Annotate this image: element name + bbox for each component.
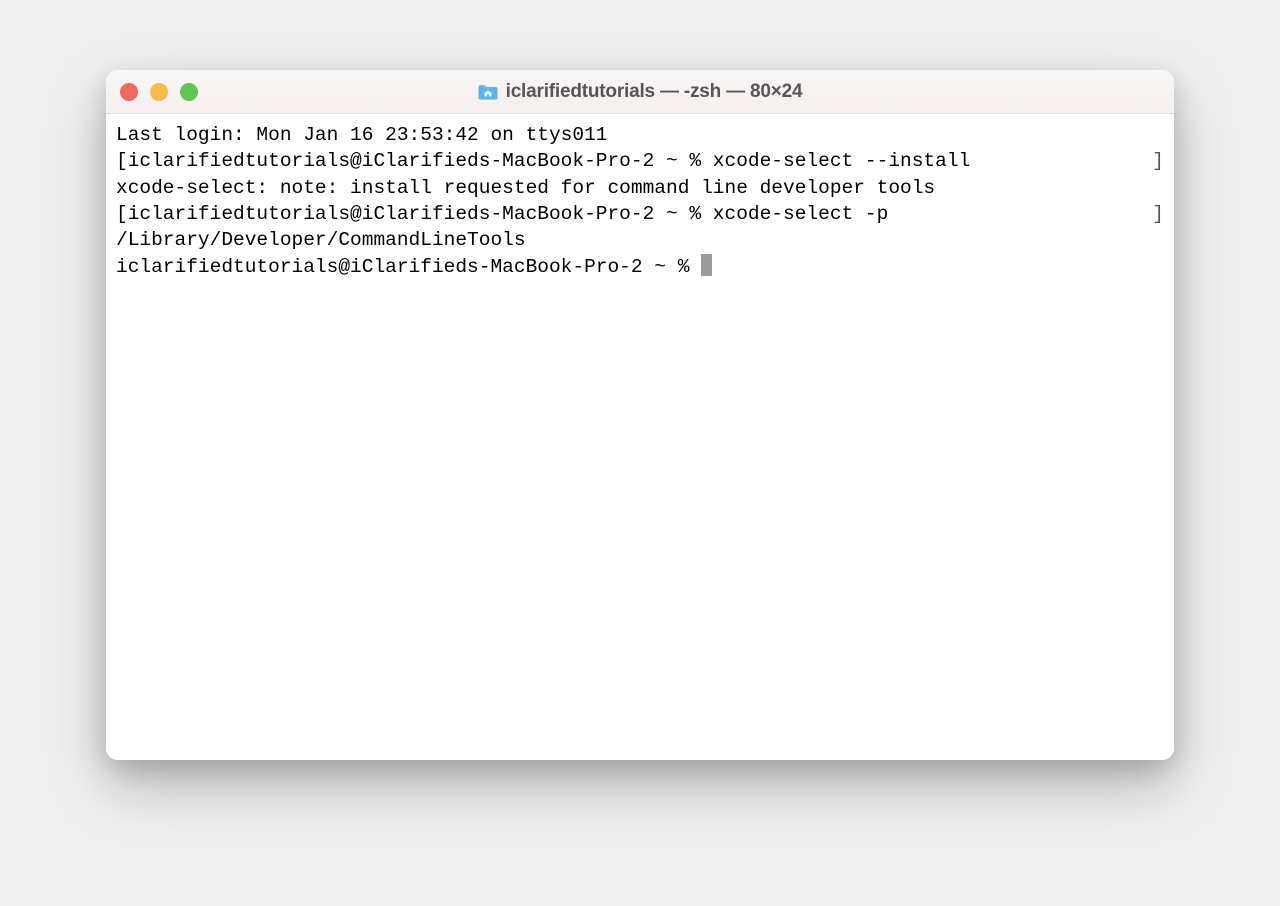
terminal-line: [iclarifiedtutorials@iClarifieds-MacBook… (116, 148, 1164, 174)
maximize-button[interactable] (180, 83, 198, 101)
terminal-text: iclarifiedtutorials@iClarifieds-MacBook-… (116, 254, 712, 280)
terminal-content[interactable]: Last login: Mon Jan 16 23:53:42 on ttys0… (106, 114, 1174, 760)
terminal-line: Last login: Mon Jan 16 23:53:42 on ttys0… (116, 122, 1164, 148)
window-title: iclarifiedtutorials — -zsh — 80×24 (506, 81, 803, 103)
minimize-button[interactable] (150, 83, 168, 101)
terminal-line: iclarifiedtutorials@iClarifieds-MacBook-… (116, 254, 1164, 280)
terminal-text: xcode-select: note: install requested fo… (116, 175, 935, 201)
home-folder-icon (478, 84, 498, 100)
close-button[interactable] (120, 83, 138, 101)
title-area: iclarifiedtutorials — -zsh — 80×24 (106, 81, 1174, 103)
cursor (701, 254, 712, 276)
terminal-text: Last login: Mon Jan 16 23:53:42 on ttys0… (116, 122, 607, 148)
titlebar[interactable]: iclarifiedtutorials — -zsh — 80×24 (106, 70, 1174, 114)
terminal-text: /Library/Developer/CommandLineTools (116, 227, 526, 253)
terminal-line: /Library/Developer/CommandLineTools (116, 227, 1164, 253)
terminal-text: [iclarifiedtutorials@iClarifieds-MacBook… (116, 201, 888, 227)
terminal-text: [iclarifiedtutorials@iClarifieds-MacBook… (116, 148, 970, 174)
terminal-line: [iclarifiedtutorials@iClarifieds-MacBook… (116, 201, 1164, 227)
terminal-window: iclarifiedtutorials — -zsh — 80×24 Last … (106, 70, 1174, 760)
terminal-line-bracket: ] (1152, 201, 1164, 227)
terminal-line-bracket: ] (1152, 148, 1164, 174)
terminal-line: xcode-select: note: install requested fo… (116, 175, 1164, 201)
traffic-lights (120, 83, 198, 101)
